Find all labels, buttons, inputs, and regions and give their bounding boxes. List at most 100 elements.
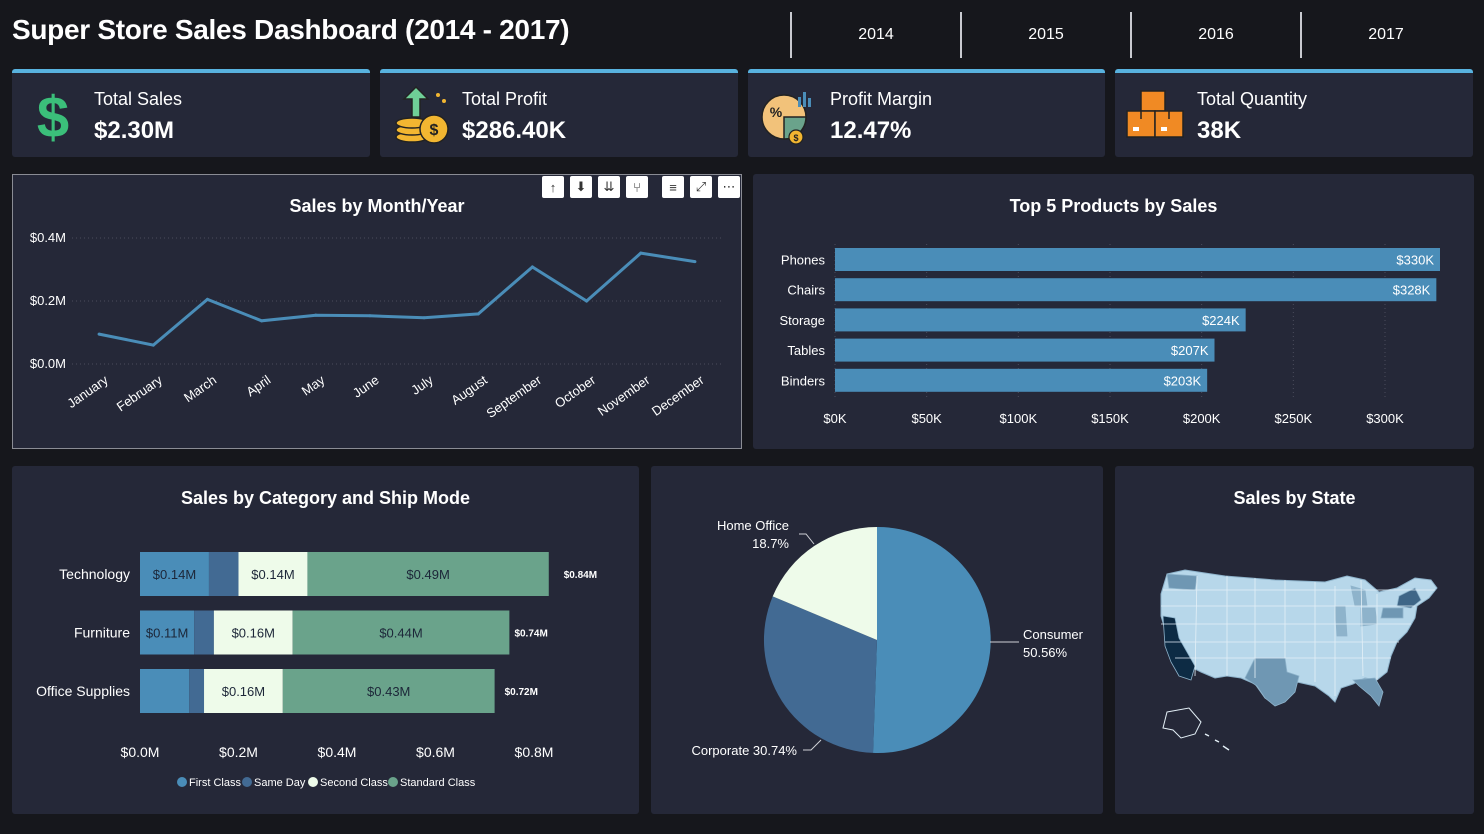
data-point <box>368 314 372 318</box>
legend-label: First Class <box>189 777 241 789</box>
category-label: Furniture <box>74 625 130 641</box>
kpi-label: Profit Margin <box>830 89 933 109</box>
total-label: $0.84M <box>564 570 597 581</box>
data-point <box>260 319 264 323</box>
kpi-value: 38K <box>1197 117 1242 144</box>
x-tick-label: April <box>243 372 273 399</box>
year-2014-button[interactable]: 2014 <box>790 12 960 58</box>
segment-label: $0.11M <box>146 626 188 641</box>
leader-line <box>803 739 822 751</box>
segment-label: $0.43M <box>367 684 410 699</box>
slice-percent: 18.7% <box>752 536 789 551</box>
x-tick-label: $0.0M <box>121 744 160 760</box>
x-tick-label: November <box>595 372 653 419</box>
kpi-card-profit-margin: % $ Profit Margin 12.47% <box>748 69 1105 157</box>
product-bar <box>835 308 1246 332</box>
category-label: Office Supplies <box>36 683 130 699</box>
pie-slice <box>873 526 991 753</box>
legend-marker <box>388 777 398 787</box>
total-label: $0.74M <box>514 629 547 640</box>
x-tick-label: August <box>448 372 490 408</box>
sales-by-month-panel[interactable]: ↑ ⬇ ⇊ ⑂ ≡ ⤢ ⋯ Sales by Month/Year $0.0M $… <box>12 174 742 449</box>
state-florida <box>1352 677 1384 707</box>
segment-pie-panel[interactable]: Consumer 50.56% Corporate 30.74% Home Offic… <box>651 466 1103 814</box>
x-tick-label: January <box>64 372 111 411</box>
stack-segment <box>208 552 239 596</box>
stacked-bar-chart: Technology $0.14M $0.14M $0.49M $0.84M Furnit… <box>36 552 597 789</box>
legend-label: Standard Class <box>400 777 476 789</box>
slice-percent: 50.56% <box>1023 645 1068 660</box>
kpi-label: Total Quantity <box>1197 89 1308 109</box>
kpi-value: $2.30M <box>94 117 175 144</box>
data-point <box>422 316 426 320</box>
sales-line <box>98 251 696 347</box>
year-2017-button[interactable]: 2017 <box>1300 12 1470 58</box>
legend-label: Same Day <box>254 777 306 789</box>
kpi-label: Total Profit <box>462 89 548 109</box>
top-products-panel[interactable]: Top 5 Products by Sales $0K $50K $100K $150… <box>753 174 1474 449</box>
coins-icon: $ <box>395 85 449 144</box>
category-label: Chairs <box>787 283 825 298</box>
data-point <box>97 332 101 336</box>
category-label: Phones <box>781 253 826 268</box>
legend-marker <box>308 777 318 787</box>
data-point <box>530 265 534 269</box>
segment-label: $0.44M <box>379 626 422 641</box>
x-tick-label: July <box>408 372 436 398</box>
segment-label: $0.49M <box>406 567 449 582</box>
line-chart: $0.0M $0.2M $0.4M January February March April… <box>30 230 722 421</box>
legend-label: Second Class <box>320 777 388 789</box>
year-2015-button[interactable]: 2015 <box>960 12 1130 58</box>
boxes-icon <box>1126 90 1184 138</box>
x-tick-label: September <box>483 372 544 421</box>
segment-label: $0.14M <box>251 567 294 582</box>
x-tick-label: $0.4M <box>318 744 357 760</box>
data-label: $328K <box>1393 283 1431 298</box>
slice-name: Home Office <box>717 518 789 533</box>
x-tick-label: $50K <box>911 411 942 426</box>
x-tick-label: $0.8M <box>515 744 554 760</box>
data-label: $203K <box>1164 373 1202 388</box>
category-label: Tables <box>787 343 825 358</box>
svg-text:$: $ <box>793 133 798 143</box>
x-tick-label: October <box>552 372 599 411</box>
x-tick-label: $200K <box>1183 411 1221 426</box>
category-ship-mode-panel[interactable]: Sales by Category and Ship Mode Technolo… <box>12 466 639 814</box>
y-tick-label: $0.0M <box>30 356 66 371</box>
page-title: Super Store Sales Dashboard (2014 - 2017… <box>12 14 570 45</box>
x-tick-label: $0.2M <box>219 744 258 760</box>
data-label: $224K <box>1202 313 1240 328</box>
kpi-card-total-quantity: Total Quantity 38K <box>1115 69 1473 157</box>
product-bar <box>835 278 1437 302</box>
stack-segment <box>140 669 190 713</box>
svg-text:$: $ <box>430 122 439 139</box>
year-2016-button[interactable]: 2016 <box>1130 12 1300 58</box>
x-tick-label: $0K <box>823 411 846 426</box>
product-bar <box>835 338 1215 362</box>
svg-text:%: % <box>770 104 783 120</box>
kpi-card-total-profit: $ Total Profit $286.40K <box>380 69 738 157</box>
data-point <box>314 313 318 317</box>
data-point <box>639 251 643 255</box>
data-point <box>693 260 697 264</box>
x-tick-label: June <box>350 372 382 400</box>
x-tick-label: $150K <box>1091 411 1129 426</box>
data-point <box>205 297 209 301</box>
alaska-shape <box>1162 707 1202 739</box>
data-point <box>476 312 480 316</box>
stack-segment <box>194 610 214 655</box>
top-products-bar-chart: $0K $50K $100K $150K $200K $250K $300K Phones $3… <box>779 244 1440 426</box>
x-tick-label: $250K <box>1275 411 1313 426</box>
kpi-value: $286.40K <box>462 117 567 144</box>
segment-label: $0.16M <box>222 684 265 699</box>
x-tick-label: March <box>181 372 219 405</box>
data-point <box>585 299 589 303</box>
slice-name: Consumer <box>1023 627 1084 642</box>
x-tick-label: December <box>649 372 707 419</box>
us-state-map[interactable] <box>1115 466 1474 814</box>
sales-by-state-panel[interactable]: Sales by State <box>1115 466 1474 814</box>
data-label: $207K <box>1171 343 1209 358</box>
category-label: Technology <box>59 566 130 582</box>
segment-label: $0.14M <box>153 567 196 582</box>
category-label: Storage <box>779 313 825 328</box>
